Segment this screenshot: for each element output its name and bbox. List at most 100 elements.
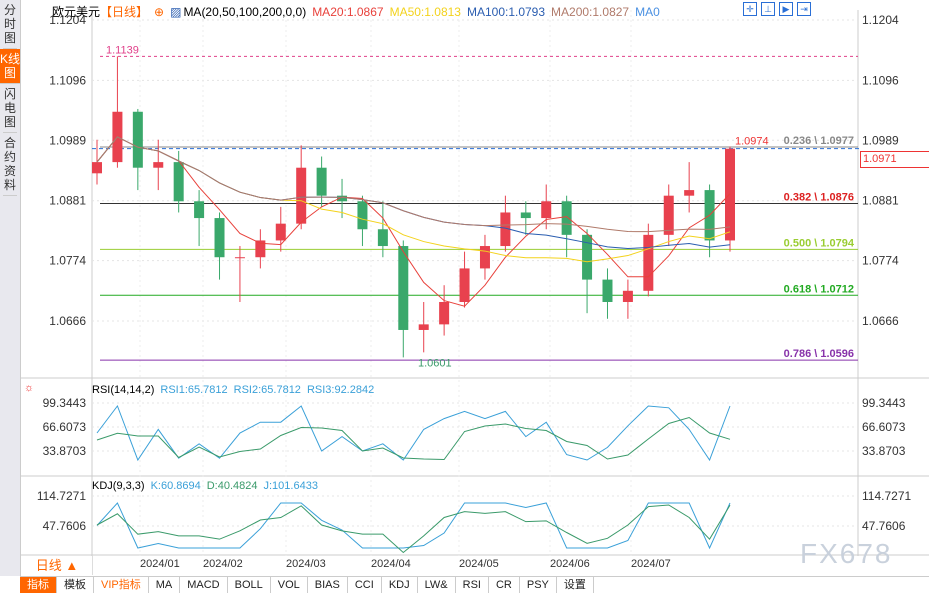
tab-12[interactable]: CR [489, 577, 520, 593]
kdj-header: KDJ(9,3,3) K:60.8694 D:40.4824 J:101.6433 [92, 480, 324, 492]
candle-body [214, 218, 225, 258]
high-label: 1.1139 [106, 44, 139, 56]
ma100-value: MA100:1.0793 [466, 5, 546, 19]
tab-11[interactable]: RSI [456, 577, 489, 593]
rsi-anchor: RSI1:65.7812 [28, 381, 102, 395]
symbol-name: 欧元美元 [52, 5, 101, 19]
sidebar-item-contract[interactable]: 合约资料 [3, 133, 17, 196]
sidebar-item-flash[interactable]: 闪电图 [3, 84, 17, 133]
ma50-value: MA50:1.0813 [389, 5, 461, 19]
candle-body [357, 201, 368, 230]
candle-body [459, 268, 470, 302]
j-value: J:101.6433 [263, 480, 318, 492]
kdj-tick-right: 47.7606 [862, 519, 906, 533]
chart-header: 欧元美元【日线】 ⊕ ▨ MA(20,50,100,200,0,0) MA20:1.08… [52, 3, 666, 20]
candle-body [663, 195, 674, 235]
price-tick-right: 1.1096 [862, 73, 899, 87]
zoom-range-icon[interactable]: ⊥ [761, 2, 775, 16]
x-tick-label: 2024/05 [459, 558, 499, 570]
ma50-line [96, 136, 731, 263]
crosshair-icon[interactable]: ✛ [743, 2, 757, 16]
price-tick-right: 1.0666 [862, 314, 899, 328]
sidebar-item-kline[interactable]: K线图 [0, 49, 20, 84]
rsi-tick-left: 99.3443 [43, 396, 87, 410]
price-tick-left: 1.0666 [49, 314, 86, 328]
tab-9[interactable]: KDJ [382, 577, 418, 593]
rsi-settings-icon: ☼ [24, 382, 34, 394]
fib-label: 0.618 \ 1.0712 [784, 283, 854, 295]
kdj-label: KDJ(9,3,3) [92, 480, 145, 492]
candle-body [153, 162, 164, 168]
candle-body [561, 201, 572, 235]
candle-body [377, 229, 388, 247]
candle-body [296, 167, 307, 224]
candle-body [725, 148, 735, 241]
ma20-value: MA20:1.0867 [312, 5, 384, 19]
tab-7[interactable]: BIAS [308, 577, 348, 593]
candle-body [398, 246, 409, 330]
candle-body [602, 279, 613, 302]
ma20-line [96, 136, 731, 307]
rsi-tick-right: 33.8703 [862, 444, 906, 458]
candle-body [622, 290, 633, 302]
low-label: 1.0601 [418, 357, 452, 369]
x-tick-label: 2024/07 [631, 558, 671, 570]
rsi2-value: RSI2:65.7812 [233, 384, 301, 396]
d-line [96, 504, 731, 554]
tab-1[interactable]: 模板 [57, 577, 94, 593]
rsi3-line [96, 404, 731, 462]
candle-body [132, 111, 143, 168]
tab-0[interactable]: 指标 [20, 577, 57, 593]
candle-body [541, 201, 552, 219]
candle-body [418, 324, 429, 330]
tab-13[interactable]: PSY [520, 577, 557, 593]
tab-5[interactable]: BOLL [228, 577, 271, 593]
price-tick-left: 1.0774 [49, 254, 86, 268]
ma200-value: MA200:1.0827 [551, 5, 630, 19]
tab-6[interactable]: VOL [271, 577, 308, 593]
add-icon[interactable]: ⊕ [154, 5, 164, 19]
sidebar-item-timeshare[interactable]: 分时图 [3, 0, 17, 49]
rsi-label: RSI(14,14,2) [92, 384, 155, 396]
period-label: 【日线】 [100, 5, 149, 19]
x-tick-label: 2024/04 [371, 558, 411, 570]
rsi-tick-left: 33.8703 [43, 444, 87, 458]
candle-body [643, 234, 654, 291]
d-value: D:40.4824 [206, 480, 258, 492]
ma200-line [96, 136, 731, 233]
tab-3[interactable]: MA [149, 577, 181, 593]
last-label: 1.0974 [735, 136, 769, 148]
ma-settings-icon[interactable]: ▨ [170, 5, 181, 19]
price-tick-right: 1.1204 [862, 13, 899, 27]
sidebar: 分时图 K线图 闪电图 合约资料 [0, 0, 21, 576]
play-icon[interactable]: ▶ [779, 2, 793, 16]
price-tick-left: 1.0989 [49, 133, 86, 147]
candle-body [520, 212, 531, 219]
price-tick-left: 1.1096 [49, 73, 86, 87]
fib-label: 0.382 \ 1.0876 [784, 192, 854, 204]
rsi1-value: RSI1:65.7812 [160, 384, 228, 396]
tab-14[interactable]: 设置 [557, 577, 594, 593]
watermark: FX678 [800, 538, 893, 569]
tab-4[interactable]: MACD [180, 577, 228, 593]
kdj-tick-left: 47.7606 [43, 519, 87, 533]
indicator-tabs: 指标 模板 VIP指标 MA MACD BOLL VOL BIAS CCI KDJ LW& RSI CR… [20, 576, 929, 593]
period-selector[interactable]: 日线 ▲ [22, 556, 93, 575]
candle-body [439, 301, 450, 325]
tab-2[interactable]: VIP指标 [94, 577, 149, 593]
kdj-tick-right: 114.7271 [862, 489, 911, 503]
x-tick-label: 2024/03 [286, 558, 326, 570]
kline-chart[interactable]: 1.1204 1.12041.1096 1.10961.0989 1.09891.08… [0, 0, 929, 556]
rsi-header: RSI(14,14,2) RSI1:65.7812 RSI2:65.7812 RSI3… [92, 384, 380, 396]
current-price-tag: 1.0971 [860, 151, 929, 168]
ma-label: MA(20,50,100,200,0,0) [183, 5, 307, 19]
tab-10[interactable]: LW& [418, 577, 456, 593]
chart-tools: ✛ ⊥ ▶ ⇥ [743, 2, 811, 16]
x-tick-label: 2024/02 [203, 558, 243, 570]
fib-label: 0.500 \ 1.0794 [784, 237, 855, 249]
candle-body [234, 257, 245, 259]
tab-8[interactable]: CCI [348, 577, 382, 593]
candle-body [173, 162, 184, 202]
x-tick-label: 2024/06 [550, 558, 590, 570]
exit-icon[interactable]: ⇥ [797, 2, 811, 16]
